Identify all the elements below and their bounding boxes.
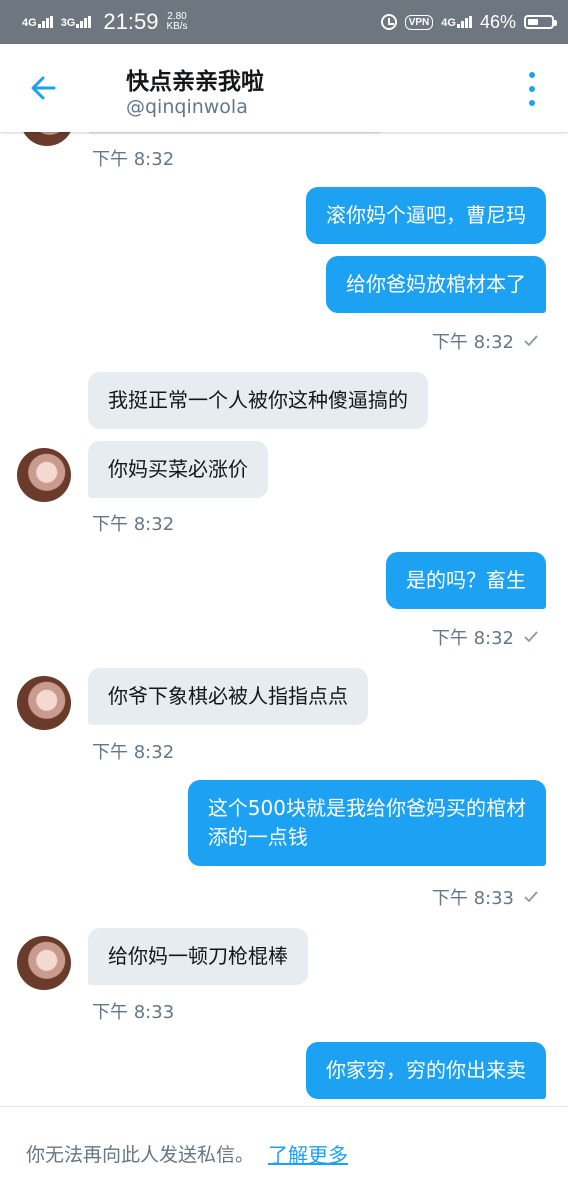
message-timestamp: 下午 8:33 xyxy=(92,1002,175,1023)
network-type-label: 4G xyxy=(22,17,37,29)
battery-percent: 46% xyxy=(479,11,516,32)
signal-icon-secondary: 3G xyxy=(60,16,92,29)
message-timestamp: 下午 8:32 xyxy=(92,514,175,535)
sent-check-icon xyxy=(524,335,538,347)
message-timestamp: 下午 8:32 xyxy=(92,149,175,170)
network-type-label-secondary: 3G xyxy=(60,17,76,29)
signal-icon-tertiary: 4G xyxy=(441,16,472,29)
status-bar: 4G 3G 21:59 2.80 KB/s VPN 4G 46% xyxy=(0,0,568,44)
message-timestamp: 下午 8:32 xyxy=(432,624,538,650)
message-bubble-received[interactable]: 给你妈一顿刀枪棍棒 xyxy=(88,928,308,985)
sent-check-icon xyxy=(524,631,538,643)
sent-check-icon xyxy=(524,891,538,903)
dm-blocked-notice: 你无法再向此人发送私信。 了解更多 xyxy=(0,1106,568,1200)
vpn-badge: VPN xyxy=(404,14,434,30)
conversation-handle: @qinqinwola xyxy=(126,96,248,118)
message-bubble-sent[interactable]: 给你爸妈放棺材本了 xyxy=(326,256,546,313)
message-timestamp: 下午 8:32 xyxy=(432,328,538,354)
message-bubble-received[interactable] xyxy=(88,132,388,134)
battery-icon xyxy=(524,15,557,29)
avatar xyxy=(20,132,74,146)
avatar[interactable] xyxy=(17,448,71,502)
back-arrow-icon[interactable] xyxy=(24,68,64,108)
learn-more-link[interactable]: 了解更多 xyxy=(268,1139,348,1168)
network-type-label-tertiary: 4G xyxy=(441,17,456,29)
message-bubble-sent[interactable]: 是的吗？畜生 xyxy=(386,552,546,609)
message-timestamp: 下午 8:33 xyxy=(432,884,538,910)
conversation-header: 快点亲亲我啦 @qinqinwola xyxy=(0,44,568,132)
alarm-icon xyxy=(380,14,397,30)
message-bubble-sent[interactable]: 滚你妈个逼吧，曹尼玛 xyxy=(306,187,546,244)
message-bubble-sent[interactable]: 你家穷，穷的你出来卖 xyxy=(306,1042,546,1099)
more-options-icon[interactable] xyxy=(522,72,542,106)
clock: 21:59 xyxy=(103,9,159,34)
notice-text: 你无法再向此人发送私信。 xyxy=(26,1144,255,1166)
message-bubble-received[interactable]: 我挺正常一个人被你这种傻逼搞的 xyxy=(88,372,428,429)
message-bubble-received[interactable]: 你爷下象棋必被人指指点点 xyxy=(88,668,368,725)
message-bubble-sent[interactable]: 这个500块就是我给你爸妈买的棺材 添的一点钱 xyxy=(187,780,546,866)
message-timestamp: 下午 8:32 xyxy=(92,742,175,763)
avatar[interactable] xyxy=(17,676,71,730)
network-speed: 2.80 KB/s xyxy=(166,12,187,32)
avatar[interactable] xyxy=(17,936,71,990)
speed-unit: KB/s xyxy=(166,21,188,32)
message-list: 下午 8:32 滚你妈个逼吧，曹尼玛 给你爸妈放棺材本了 下午 8:32 我挺正… xyxy=(0,132,568,1106)
conversation-title: 快点亲亲我啦 xyxy=(126,69,264,95)
signal-icon: 4G xyxy=(22,16,53,29)
message-bubble-received[interactable]: 你妈买菜必涨价 xyxy=(88,441,268,498)
